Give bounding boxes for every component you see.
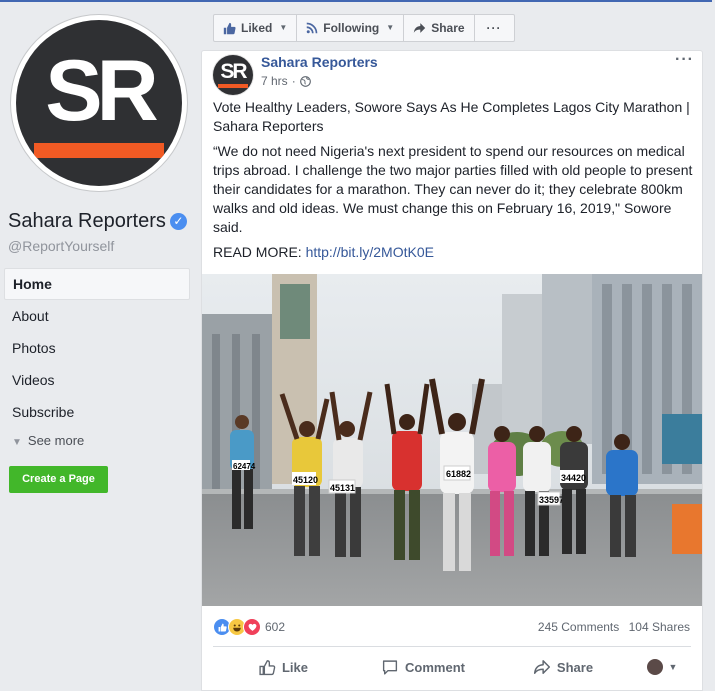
shares-count[interactable]: 104 Shares — [629, 620, 690, 634]
comment-button[interactable]: Comment — [353, 652, 493, 682]
more-dots-icon: ··· — [486, 21, 502, 35]
post-photo[interactable]: 62474 45120 45131 61882 33597 34420 — [202, 274, 702, 606]
post-action-row: Like Comment Share ▼ — [213, 652, 691, 682]
more-options-button[interactable]: ··· — [475, 15, 514, 41]
post-quote: “We do not need Nigeria's next president… — [213, 143, 693, 235]
page-name-text: Sahara Reporters — [8, 210, 166, 232]
like-label: Like — [281, 659, 308, 675]
engagement-counts: 245 Comments 104 Shares — [532, 620, 690, 634]
sr-logo: SR — [16, 20, 182, 186]
caret-down-icon: ▼ — [668, 662, 678, 672]
post-body: Vote Healthy Leaders, Sowore Says As He … — [213, 98, 693, 268]
sidebar-item-videos[interactable]: Videos — [4, 364, 190, 396]
love-reaction-icon — [243, 618, 261, 636]
following-label: Following — [323, 21, 380, 35]
post-author-name[interactable]: Sahara Reporters — [261, 54, 378, 70]
logo-orange-bar — [34, 143, 164, 158]
verified-badge-icon: ✓ — [169, 213, 187, 230]
post-timestamp: 7 hrs · — [261, 74, 311, 88]
create-page-button[interactable]: Create a Page — [9, 466, 108, 493]
chevron-down-icon: ▼ — [12, 437, 22, 448]
post-time-text[interactable]: 7 hrs — [261, 74, 288, 88]
see-more-label: See more — [27, 433, 85, 448]
rss-icon — [306, 22, 318, 34]
caret-down-icon: ▼ — [386, 23, 395, 32]
bib-number: 33597 — [539, 495, 564, 505]
post-divider — [213, 646, 691, 647]
bib-number: 45131 — [330, 483, 355, 493]
see-more-link[interactable]: ▼ See more — [4, 428, 190, 454]
article-link[interactable]: http://bit.ly/2MOtK0E — [306, 244, 434, 260]
share-arrow-outline-icon — [533, 660, 550, 674]
profile-picture[interactable]: SR — [11, 15, 187, 191]
share-button[interactable]: Share — [493, 652, 633, 682]
feed-post: SR Sahara Reporters 7 hrs · ··· Vote Hea… — [201, 50, 703, 691]
comment-label: Comment — [405, 659, 465, 675]
sidebar-nav: Home About Photos Videos Subscribe ▼ See … — [4, 268, 190, 454]
sidebar-item-about[interactable]: About — [4, 300, 190, 332]
left-sidebar: SR Sahara Reporters ✓ @ReportYourself Hom… — [0, 2, 200, 689]
read-more-label: READ MORE: — [213, 244, 306, 260]
logo-text: SR — [45, 43, 158, 139]
bib-number: 61882 — [446, 469, 471, 479]
sidebar-item-subscribe[interactable]: Subscribe — [4, 396, 190, 428]
page-action-bar: Liked ▼ Following ▼ Share ··· — [213, 14, 515, 42]
marathon-runners-photo: 62474 45120 45131 61882 33597 34420 — [202, 274, 702, 606]
thumbs-up-outline-icon — [259, 659, 276, 675]
read-more-line: READ MORE: http://bit.ly/2MOtK0E — [213, 243, 693, 262]
liked-button[interactable]: Liked ▼ — [214, 15, 298, 41]
avatar-logo-text: SR — [220, 60, 247, 83]
page-handle[interactable]: @ReportYourself — [8, 238, 114, 254]
like-button[interactable]: Like — [213, 652, 353, 682]
page-avatar-small-icon — [646, 659, 663, 675]
globe-icon — [299, 75, 311, 87]
post-headline: Vote Healthy Leaders, Sowore Says As He … — [213, 99, 690, 134]
comments-count[interactable]: 245 Comments — [538, 620, 619, 634]
reaction-count: 602 — [265, 620, 286, 634]
share-page-button[interactable]: Share — [404, 15, 475, 41]
bib-number: 62474 — [233, 462, 256, 471]
post-as-selector[interactable]: ▼ — [633, 652, 691, 682]
share-arrow-icon — [414, 23, 426, 33]
page-title[interactable]: Sahara Reporters ✓ — [8, 210, 187, 233]
share-label: Share — [431, 21, 465, 35]
post-options-icon[interactable]: ··· — [675, 51, 694, 69]
following-button[interactable]: Following ▼ — [297, 15, 405, 41]
sidebar-item-photos[interactable]: Photos — [4, 332, 190, 364]
sidebar-item-home[interactable]: Home — [4, 268, 190, 300]
post-author-avatar[interactable]: SR — [213, 55, 253, 95]
share-action-label: Share — [556, 659, 594, 675]
thumbs-up-icon — [223, 22, 236, 34]
avatar-orange-bar — [218, 84, 248, 88]
liked-label: Liked — [241, 21, 273, 35]
reaction-summary[interactable]: 602 — [213, 617, 285, 637]
comment-bubble-icon — [382, 659, 398, 675]
caret-down-icon: ▼ — [279, 23, 288, 32]
bib-number: 45120 — [293, 475, 318, 485]
bib-number: 34420 — [561, 473, 586, 483]
